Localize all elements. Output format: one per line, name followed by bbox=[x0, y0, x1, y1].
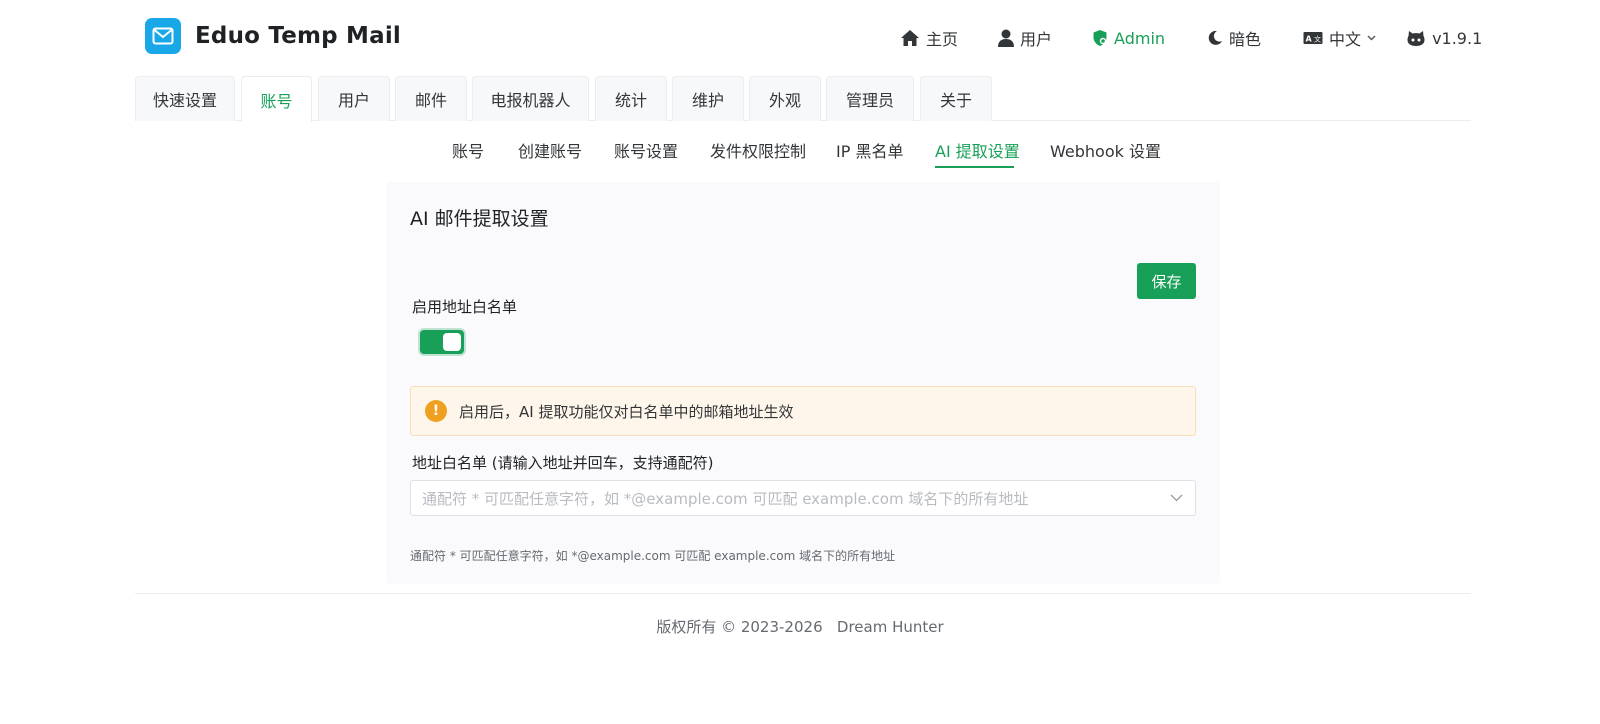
user-icon bbox=[998, 29, 1015, 47]
svg-text:文: 文 bbox=[1314, 35, 1321, 44]
admin-top-tabs: 快速设置 账号 用户 邮件 电报机器人 统计 维护 外观 管理员 关于 bbox=[135, 76, 1471, 122]
ai-extract-settings-card: AI 邮件提取设置 保存 启用地址白名单 ! 启用后，AI 提取功能仅对白名单中… bbox=[386, 182, 1220, 584]
home-icon bbox=[900, 29, 920, 47]
subtab-send-permission[interactable]: 发件权限控制 bbox=[710, 138, 806, 162]
tab-label: 快速设置 bbox=[152, 91, 217, 110]
whitelist-select[interactable]: 通配符 * 可匹配任意字符，如 *@example.com 可匹配 exampl… bbox=[410, 480, 1196, 516]
brand-title: Eduo Temp Mail bbox=[195, 23, 402, 49]
tab-label: 电报机器人 bbox=[490, 91, 571, 110]
tab-label: 外观 bbox=[768, 91, 801, 110]
header: Eduo Temp Mail 主页 用户 Admin 暗色 A 文 中文 v1.… bbox=[0, 0, 1600, 76]
subtab-accounts[interactable]: 账号 bbox=[452, 138, 484, 162]
tab-mail[interactable]: 邮件 bbox=[395, 76, 467, 121]
nav-language-label: 中文 bbox=[1329, 30, 1362, 49]
tab-label: 账号 bbox=[260, 91, 293, 111]
tab-label: 管理员 bbox=[845, 91, 894, 110]
whitelist-toggle-label: 启用地址白名单 bbox=[412, 298, 518, 316]
alert-text: 启用后，AI 提取功能仅对白名单中的邮箱地址生效 bbox=[459, 402, 794, 421]
shield-icon bbox=[1092, 29, 1108, 47]
subtab-active-indicator bbox=[935, 166, 1014, 168]
nav-theme-toggle[interactable]: 暗色 bbox=[1207, 24, 1261, 52]
nav-home[interactable]: 主页 bbox=[900, 24, 958, 52]
nav-language-select[interactable]: A 文 中文 bbox=[1303, 24, 1376, 52]
page: Eduo Temp Mail 主页 用户 Admin 暗色 A 文 中文 v1.… bbox=[0, 0, 1600, 724]
tab-users[interactable]: 用户 bbox=[318, 76, 390, 121]
translate-icon: A 文 bbox=[1303, 31, 1323, 45]
footer-copyright: 版权所有 © 2023-2026 Dream Hunter bbox=[656, 618, 944, 636]
chevron-down-icon bbox=[1367, 33, 1376, 44]
tab-label: 维护 bbox=[691, 91, 724, 110]
tab-administrators[interactable]: 管理员 bbox=[826, 76, 914, 121]
tab-label: 关于 bbox=[939, 91, 972, 110]
subtab-ip-blacklist[interactable]: IP 黑名单 bbox=[836, 138, 903, 162]
whitelist-placeholder: 通配符 * 可匹配任意字符，如 *@example.com 可匹配 exampl… bbox=[422, 489, 1029, 508]
tab-label: 邮件 bbox=[414, 91, 447, 110]
brand[interactable]: Eduo Temp Mail bbox=[145, 18, 401, 54]
subtab-account-settings[interactable]: 账号设置 bbox=[614, 138, 678, 162]
github-icon bbox=[1406, 29, 1426, 47]
card-title: AI 邮件提取设置 bbox=[410, 208, 549, 230]
tab-statistics[interactable]: 统计 bbox=[595, 76, 667, 121]
nav-admin-label: Admin bbox=[1114, 28, 1166, 48]
top-nav: 主页 用户 Admin 暗色 A 文 中文 v1.9.1 bbox=[900, 24, 1482, 52]
subtab-create-account[interactable]: 创建账号 bbox=[518, 138, 582, 162]
tab-label: 用户 bbox=[337, 91, 370, 110]
svg-text:A: A bbox=[1306, 35, 1313, 44]
mail-icon bbox=[145, 18, 181, 54]
nav-user-label: 用户 bbox=[1020, 30, 1053, 49]
nav-user[interactable]: 用户 bbox=[998, 24, 1052, 52]
account-sub-tabs: 账号 创建账号 账号设置 发件权限控制 IP 黑名单 AI 提取设置 Webho… bbox=[0, 128, 1600, 170]
whitelist-label: 地址白名单 (请输入地址并回车，支持通配符) bbox=[412, 454, 714, 472]
tab-quick-setup[interactable]: 快速设置 bbox=[135, 76, 235, 121]
whitelist-help-text: 通配符 * 可匹配任意字符，如 *@example.com 可匹配 exampl… bbox=[410, 549, 896, 563]
tab-appearance[interactable]: 外观 bbox=[749, 76, 821, 121]
save-button[interactable]: 保存 bbox=[1137, 263, 1196, 299]
nav-version-label: v1.9.1 bbox=[1432, 28, 1483, 48]
tab-label: 统计 bbox=[614, 91, 647, 110]
nav-theme-label: 暗色 bbox=[1229, 30, 1262, 49]
tab-about[interactable]: 关于 bbox=[920, 76, 992, 121]
nav-home-label: 主页 bbox=[926, 30, 959, 49]
nav-admin[interactable]: Admin bbox=[1092, 24, 1165, 52]
switch-knob bbox=[443, 333, 461, 351]
moon-icon bbox=[1207, 30, 1223, 46]
tab-maintenance[interactable]: 维护 bbox=[672, 76, 744, 121]
warning-icon: ! bbox=[425, 400, 447, 422]
subtab-ai-extract-settings[interactable]: AI 提取设置 bbox=[935, 138, 1020, 162]
tab-telegram-bot[interactable]: 电报机器人 bbox=[472, 76, 589, 121]
whitelist-toggle-switch[interactable] bbox=[420, 330, 464, 354]
footer-divider bbox=[135, 593, 1471, 594]
chevron-down-icon bbox=[1170, 494, 1183, 502]
subtab-webhook-settings[interactable]: Webhook 设置 bbox=[1050, 138, 1161, 162]
nav-github-version[interactable]: v1.9.1 bbox=[1406, 24, 1482, 52]
tab-account[interactable]: 账号 bbox=[241, 76, 312, 122]
warning-alert: ! 启用后，AI 提取功能仅对白名单中的邮箱地址生效 bbox=[410, 386, 1196, 436]
